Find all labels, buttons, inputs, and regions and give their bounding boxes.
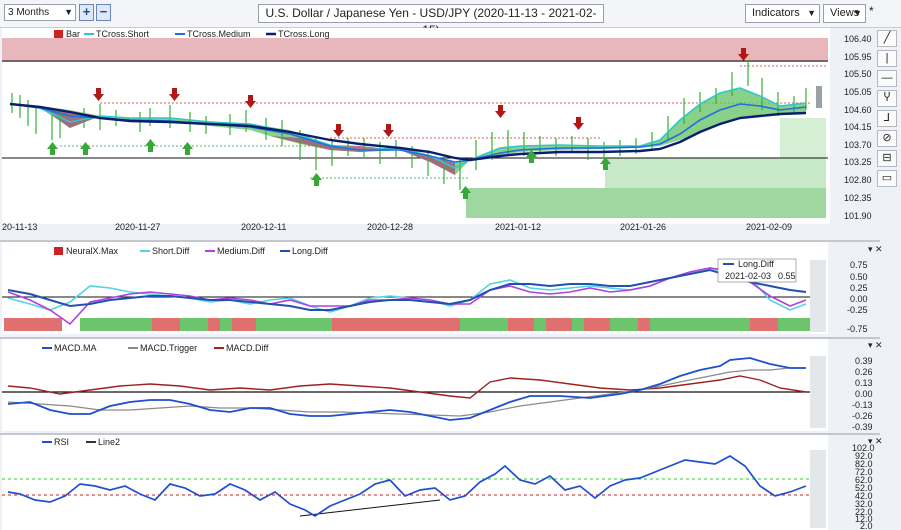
date-tick: 2020-12-11	[241, 222, 286, 232]
resistance-zone	[2, 38, 828, 62]
support-zone-top	[780, 118, 826, 158]
tooltip-value: 0.55	[778, 271, 796, 281]
date-tick: 2020-11-27	[115, 222, 160, 232]
price-tick: 103.70	[844, 140, 872, 150]
legend-tcross-long: TCross.Long	[278, 29, 330, 39]
price-tick: 103.25	[844, 157, 872, 167]
legend-line2: Line2	[98, 437, 120, 447]
tooltip-title: Long.Diff	[738, 259, 774, 269]
collapse-icon[interactable]: ▾ ✕	[868, 244, 883, 254]
diff-tick: -0.75	[847, 324, 868, 334]
price-tick: 102.80	[844, 175, 872, 185]
price-tick: 105.50	[844, 69, 872, 79]
axis-shade	[810, 450, 826, 528]
diff-tick: 0.50	[850, 272, 868, 282]
tooltip-date: 2021-02-03	[725, 271, 771, 281]
collapse-icon[interactable]: ▾ ✕	[868, 340, 883, 350]
macd-tick: -0.39	[852, 422, 873, 432]
axis-shade	[810, 356, 826, 428]
price-tick: 105.05	[844, 87, 872, 97]
legend-tcross-short: TCross.Short	[96, 29, 150, 39]
price-tick: 105.95	[844, 52, 872, 62]
diff-tick: 0.00	[850, 294, 868, 304]
price-tick: 104.60	[844, 105, 872, 115]
support-zone	[466, 188, 826, 218]
neuralx-strip	[4, 318, 810, 331]
macd-tick: 0.39	[855, 356, 873, 366]
long-diff-tooltip: Long.Diff 2021-02-03 0.55	[717, 258, 797, 283]
diff-axis: 0.75 0.50 0.25 0.00 -0.25 -0.75	[847, 260, 868, 334]
date-tick: 2021-02-09	[746, 222, 792, 232]
collapse-icon[interactable]: ▾ ✕	[868, 436, 883, 446]
support-zone-light	[605, 158, 826, 188]
macd-tick: -0.13	[852, 400, 873, 410]
main-price-panel: Bar TCross.Short TCross.Medium TCross.Lo…	[2, 28, 872, 232]
scroll-handle[interactable]	[816, 86, 822, 108]
chart-area: Bar TCross.Short TCross.Medium TCross.Lo…	[0, 28, 883, 530]
price-tick: 104.15	[844, 122, 872, 132]
price-tick: 106.40	[844, 34, 872, 44]
price-tick: 101.90	[844, 211, 872, 221]
date-tick: 2020-12-28	[367, 222, 413, 232]
axis-shade	[810, 260, 826, 332]
diff-tick: 0.25	[850, 283, 868, 293]
legend-macd-diff: MACD.Diff	[226, 343, 269, 353]
diff-tick: 0.75	[850, 260, 868, 270]
macd-tick: -0.26	[852, 411, 873, 421]
macd-panel: MACD.MA MACD.Trigger MACD.Diff 0.39 0.26…	[2, 339, 883, 432]
macd-tick: 0.26	[855, 367, 873, 377]
legend-rsi: RSI	[54, 437, 69, 447]
rsi-panel: RSI Line2 102.0 92.0 82.0 72.0 62.0 52.0…	[2, 435, 883, 530]
legend-macd-trigger: MACD.Trigger	[140, 343, 197, 353]
legend-tcross-medium: TCross.Medium	[187, 29, 251, 39]
date-tick: 2021-01-12	[495, 222, 541, 232]
legend-bar: Bar	[66, 29, 80, 39]
macd-axis: 0.39 0.26 0.13 0.00 -0.13 -0.26 -0.39	[852, 356, 873, 432]
diff-tick: -0.25	[847, 305, 868, 315]
rsi-axis: 102.0 92.0 82.0 72.0 62.0 52.0 42.0 32.0…	[852, 443, 875, 530]
legend-neuralx: NeuralX.Max	[66, 246, 119, 256]
date-tick: 2021-01-26	[620, 222, 666, 232]
main-legend: Bar TCross.Short TCross.Medium TCross.Lo…	[54, 29, 330, 39]
price-tick: 102.35	[844, 193, 872, 203]
rsi-tick: 2.0	[860, 521, 873, 530]
legend-swatch-bar	[54, 30, 63, 38]
macd-legend: MACD.MA MACD.Trigger MACD.Diff	[42, 343, 269, 353]
legend-short-diff: Short.Diff	[152, 246, 190, 256]
legend-medium-diff: Medium.Diff	[217, 246, 265, 256]
diff-panel: NeuralX.Max Short.Diff Medium.Diff Long.…	[2, 242, 883, 334]
legend-long-diff: Long.Diff	[292, 246, 328, 256]
legend-macd-ma: MACD.MA	[54, 343, 97, 353]
date-tick: 20-11-13	[2, 222, 37, 232]
macd-tick: 0.00	[855, 389, 873, 399]
macd-tick: 0.13	[855, 378, 873, 388]
